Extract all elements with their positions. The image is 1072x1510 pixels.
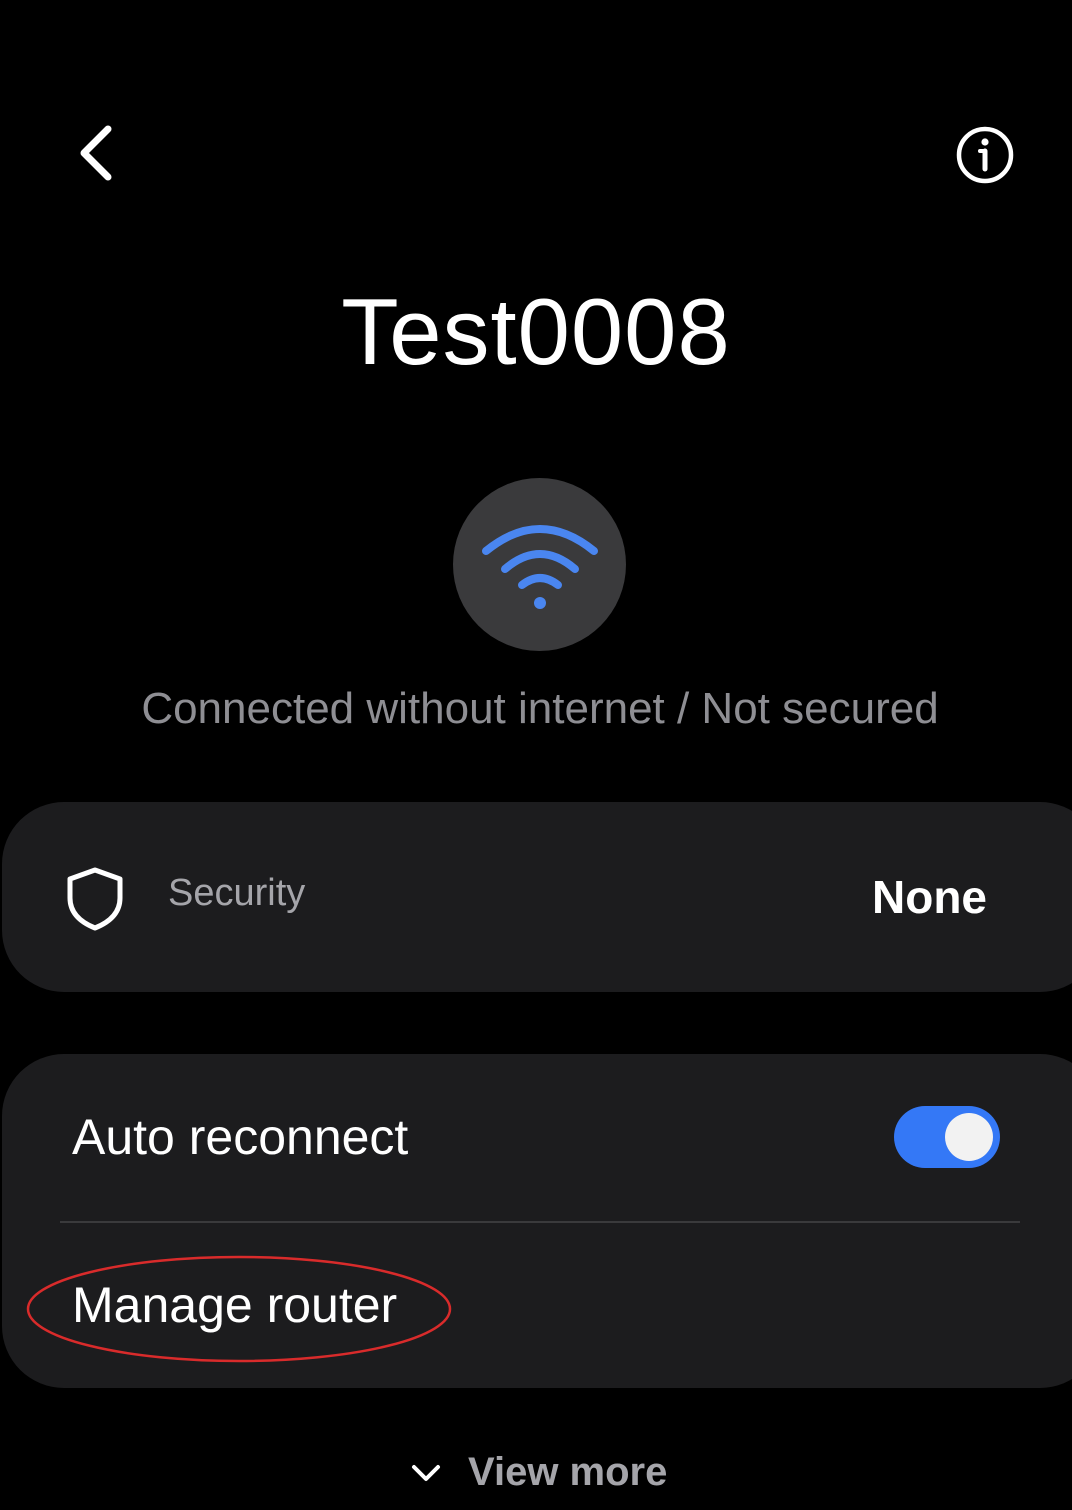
security-value: None: [872, 871, 987, 923]
info-circle-icon: [956, 126, 1014, 184]
back-button[interactable]: [56, 108, 136, 198]
view-more-label: View more: [468, 1450, 668, 1494]
wifi-status-badge: [453, 478, 626, 651]
auto-reconnect-label: Auto reconnect: [72, 1109, 409, 1165]
auto-reconnect-toggle[interactable]: [894, 1106, 1000, 1168]
manage-router-button[interactable]: Manage router: [72, 1276, 397, 1334]
security-label: Security: [168, 872, 306, 914]
divider: [60, 1221, 1020, 1223]
toggle-knob: [945, 1113, 993, 1161]
chevron-left-icon: [80, 125, 112, 181]
network-name: Test0008: [341, 279, 731, 384]
info-button[interactable]: [940, 110, 1030, 200]
connection-status: Connected without internet / Not secured: [141, 684, 939, 733]
wifi-icon: [481, 524, 598, 609]
view-more-button[interactable]: View more: [408, 1450, 667, 1495]
chevron-down-icon: [412, 1464, 440, 1481]
shield-icon: [67, 867, 123, 931]
